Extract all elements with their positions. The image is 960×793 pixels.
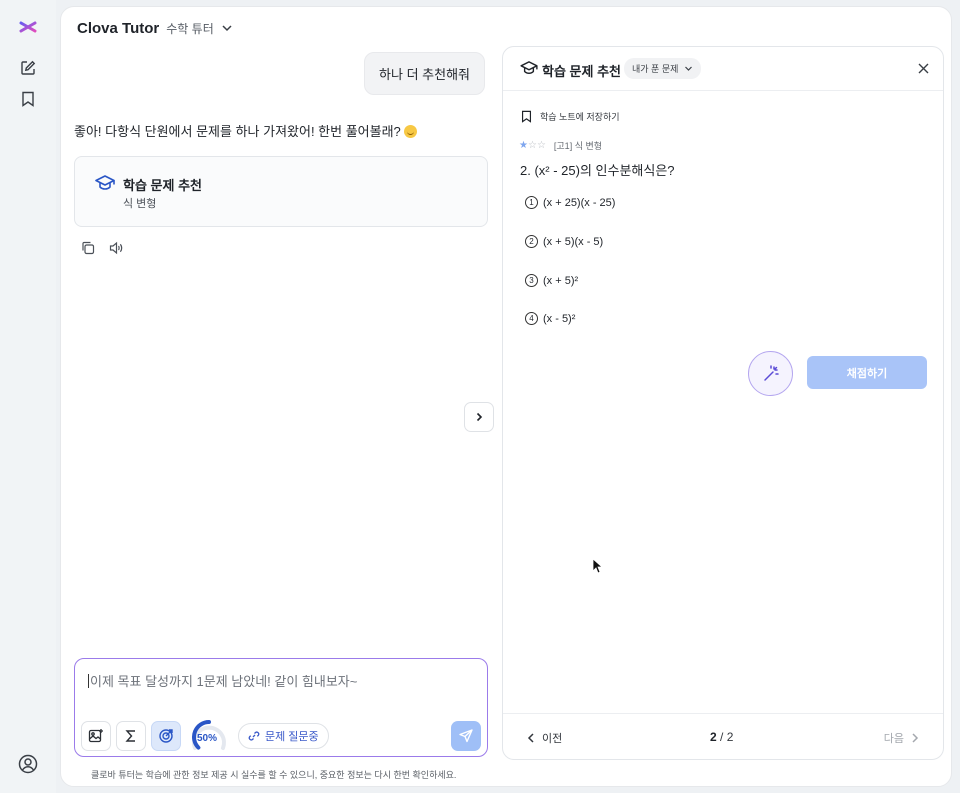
message-actions — [81, 241, 123, 255]
choice-text: (x + 5)² — [543, 274, 579, 287]
prev-button[interactable]: 이전 — [527, 730, 562, 746]
chevron-down-icon — [685, 66, 693, 71]
next-button[interactable]: 다음 — [884, 730, 919, 746]
chevron-right-icon — [912, 733, 919, 743]
bookmark-icon[interactable] — [17, 88, 39, 110]
problem-panel: 학습 문제 추천 내가 푼 문제 학습 노트에 저장하기 ★☆☆ [고1] 식 … — [502, 46, 944, 760]
current-page: 2 — [710, 730, 717, 744]
message-composer[interactable]: 이제 목표 달성까지 1문제 남았네! 같이 힘내보자~ 50% 문제 질문중 — [74, 658, 488, 757]
choice-option[interactable]: 2 (x + 5)(x - 5) — [525, 235, 603, 248]
header: Clova Tutor 수학 튜터 — [77, 17, 233, 39]
app-title: Clova Tutor — [77, 19, 160, 37]
choice-option[interactable]: 3 (x + 5)² — [525, 274, 578, 287]
copy-icon[interactable] — [81, 241, 95, 255]
graduation-cap-icon — [95, 175, 115, 194]
choice-option[interactable]: 1 (x + 25)(x - 25) — [525, 196, 615, 209]
left-rail — [0, 0, 56, 793]
disclaimer-text: 클로바 튜터는 학습에 관한 정보 제공 시 실수를 할 수 있으니, 중요한 … — [91, 770, 457, 780]
solved-filter-dropdown[interactable]: 내가 푼 문제 — [624, 58, 702, 79]
send-button[interactable] — [451, 721, 481, 751]
difficulty-stars: ★☆☆ — [519, 140, 546, 151]
choice-number: 3 — [525, 274, 538, 287]
message-input-placeholder: 이제 목표 달성까지 1문제 남았네! 같이 힘내보자~ — [90, 674, 358, 689]
math-formula-button[interactable] — [116, 721, 146, 751]
close-panel-button[interactable] — [918, 62, 929, 77]
mouse-cursor-icon — [592, 558, 603, 574]
save-to-note-label: 학습 노트에 저장하기 — [540, 112, 620, 122]
star-filled-icon: ★ — [519, 140, 528, 151]
question-text: 2. (x² - 25)의 인수분해식은? — [520, 163, 675, 178]
choice-text: (x + 25)(x - 25) — [543, 196, 616, 209]
text-caret — [88, 674, 89, 688]
recommend-card-title: 학습 문제 추천 — [123, 178, 202, 193]
user-message-bubble: 하나 더 추천해줘 — [364, 52, 485, 95]
goal-progress: 50% — [189, 720, 229, 752]
bot-message: 좋아! 다항식 단원에서 문제를 하나 가져왔어! 한번 풀어볼래? — [74, 121, 418, 140]
next-label: 다음 — [883, 733, 904, 745]
speaker-icon[interactable] — [109, 241, 123, 255]
choice-text: (x + 5)(x - 5) — [543, 235, 604, 248]
magic-wand-icon — [763, 364, 779, 381]
solved-filter-label: 내가 푼 문제 — [632, 64, 679, 74]
smile-emoji-icon — [404, 125, 418, 138]
main-card: Clova Tutor 수학 튜터 하나 더 추천해줘 좋아! 다항식 단원에서… — [60, 6, 952, 787]
question-mode-chip[interactable]: 문제 질문중 — [238, 723, 329, 749]
question-mode-label: 문제 질문중 — [265, 731, 319, 743]
problem-tag: [고1] 식 변형 — [553, 141, 603, 151]
message-input[interactable]: 이제 목표 달성까지 1문제 남았네! 같이 힘내보자~ — [88, 671, 357, 690]
choice-number: 1 — [525, 196, 538, 209]
clova-logo-icon[interactable] — [17, 16, 39, 38]
user-profile-icon[interactable] — [17, 753, 39, 775]
tutor-selector[interactable]: 수학 튜터 — [166, 20, 214, 37]
choice-number: 2 — [525, 235, 538, 248]
recommend-card-subtitle: 식 변형 — [123, 198, 157, 210]
panel-toggle-button[interactable] — [464, 402, 494, 432]
new-chat-icon[interactable] — [17, 57, 39, 79]
panel-header: 학습 문제 추천 내가 푼 문제 — [503, 47, 943, 91]
recommend-problem-card[interactable]: 학습 문제 추천 식 변형 — [74, 156, 488, 227]
hint-button[interactable] — [748, 351, 793, 396]
close-icon — [918, 63, 929, 74]
bot-message-text: 좋아! 다항식 단원에서 문제를 하나 가져왔어! 한번 풀어볼래? — [74, 124, 401, 139]
choice-number: 4 — [525, 312, 538, 325]
save-to-note-button[interactable]: 학습 노트에 저장하기 — [521, 110, 620, 123]
grade-button[interactable]: 채점하기 — [807, 356, 927, 389]
page-total: / 2 — [720, 730, 734, 744]
choice-text: (x - 5)² — [543, 312, 576, 325]
bookmark-icon — [521, 110, 532, 123]
chevron-down-icon[interactable] — [221, 22, 233, 34]
image-add-icon — [88, 729, 103, 743]
image-upload-button[interactable] — [81, 721, 111, 751]
choice-option[interactable]: 4 (x - 5)² — [525, 312, 575, 325]
star-empty-icon: ☆ — [536, 140, 546, 151]
graduation-cap-icon — [520, 61, 538, 78]
sigma-icon — [125, 730, 135, 742]
panel-title: 학습 문제 추천 — [542, 64, 621, 79]
panel-footer: 이전 2 / 2 다음 — [503, 713, 943, 759]
difficulty-rating: ★☆☆ [고1] 식 변형 — [519, 139, 602, 152]
goal-target-button[interactable] — [151, 721, 181, 751]
send-icon — [459, 729, 473, 743]
target-icon — [159, 729, 173, 743]
chevron-right-icon — [476, 412, 483, 422]
page-indicator: 2 / 2 — [710, 730, 733, 744]
chevron-left-icon — [527, 733, 534, 743]
star-empty-icon: ☆ — [527, 140, 537, 151]
prev-label: 이전 — [542, 733, 563, 745]
progress-label: 50% — [197, 733, 218, 744]
link-icon — [248, 731, 260, 741]
